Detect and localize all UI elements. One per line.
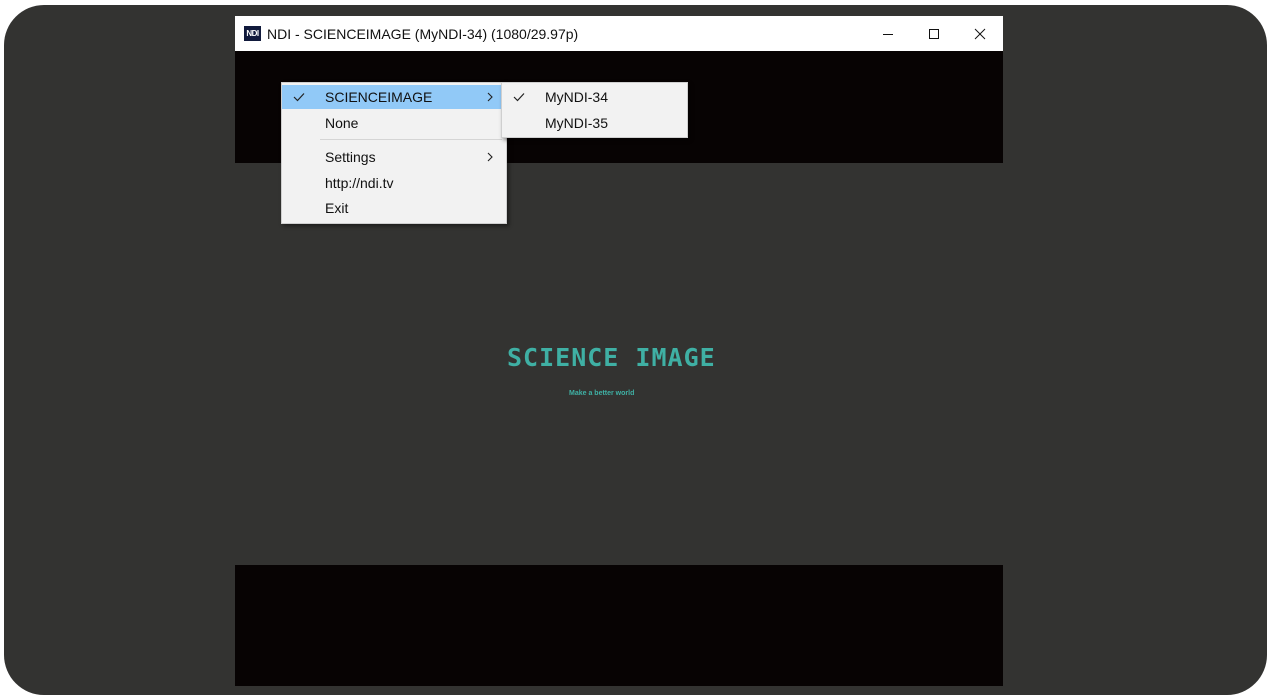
minimize-button[interactable]	[865, 16, 911, 51]
menu-item-settings[interactable]: Settings	[282, 145, 506, 169]
maximize-icon	[929, 28, 939, 39]
maximize-button[interactable]	[911, 16, 957, 51]
menu-item-ndi-link[interactable]: http://ndi.tv	[282, 171, 506, 195]
checkmark-icon	[293, 93, 305, 102]
close-button[interactable]	[957, 16, 1003, 51]
submenu-item-myndi-35[interactable]: MyNDI-35	[502, 111, 687, 135]
chevron-right-icon	[487, 92, 493, 102]
menu-item-exit[interactable]: Exit	[282, 196, 506, 220]
window-controls	[865, 16, 1003, 51]
menu-item-label: SCIENCEIMAGE	[325, 89, 433, 105]
window-title: NDI - SCIENCEIMAGE (MyNDI-34) (1080/29.9…	[267, 25, 579, 42]
ndi-viewer-window: NDI NDI - SCIENCEIMAGE (MyNDI-34) (1080/…	[235, 16, 1003, 686]
menu-item-label: http://ndi.tv	[325, 175, 394, 191]
menu-item-label: None	[325, 115, 359, 131]
menu-item-label: Exit	[325, 200, 349, 216]
ndi-app-icon: NDI	[244, 26, 261, 41]
screenshot-frame: NDI NDI - SCIENCEIMAGE (MyNDI-34) (1080/…	[4, 5, 1267, 695]
source-submenu: MyNDI-34 MyNDI-35	[501, 82, 688, 138]
menu-item-scienceimage[interactable]: SCIENCEIMAGE	[282, 85, 506, 109]
checkmark-icon	[513, 93, 525, 102]
science-image-logo-title: SCIENCE IMAGE	[507, 343, 716, 372]
chevron-right-icon	[487, 152, 493, 162]
close-icon	[974, 28, 986, 39]
science-image-logo-subtitle: Make a better world	[569, 390, 635, 397]
title-bar[interactable]: NDI NDI - SCIENCEIMAGE (MyNDI-34) (1080/…	[235, 16, 1003, 51]
context-menu: SCIENCEIMAGE None Settings http://ndi.tv…	[281, 82, 507, 224]
menu-separator	[320, 139, 502, 140]
submenu-item-label: MyNDI-35	[545, 115, 609, 131]
menu-item-none[interactable]: None	[282, 111, 506, 135]
video-letterbox-bottom	[235, 565, 1003, 686]
submenu-item-label: MyNDI-34	[545, 89, 609, 105]
minimize-icon	[883, 33, 893, 35]
menu-item-label: Settings	[325, 149, 376, 165]
submenu-item-myndi-34[interactable]: MyNDI-34	[502, 85, 687, 109]
